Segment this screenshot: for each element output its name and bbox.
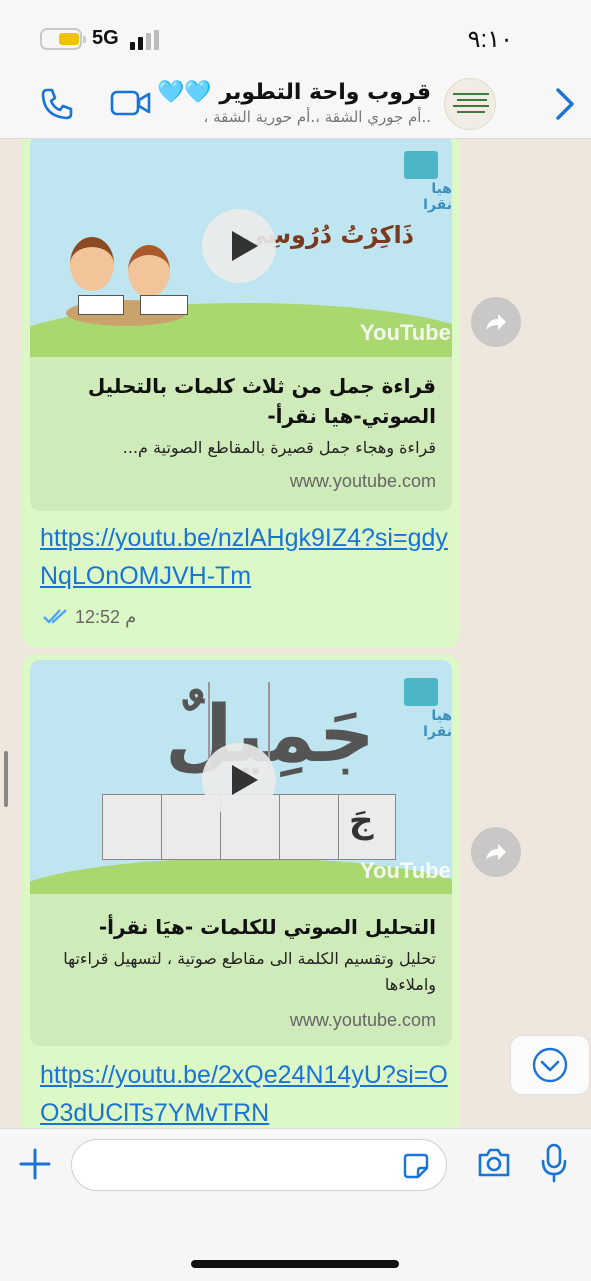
logo-text: هيا نقرا xyxy=(423,708,452,740)
forward-icon xyxy=(486,314,506,330)
child-illustration xyxy=(128,245,170,297)
video-thumbnail[interactable]: جَمِيلٌ جَ هيا نقرا YouTube xyxy=(30,660,452,894)
forward-icon xyxy=(486,844,506,860)
child-illustration xyxy=(70,237,114,291)
message-bubble[interactable]: جَمِيلٌ جَ هيا نقرا YouTube التحليل الصو… xyxy=(22,654,459,1128)
status-bar: 5G ٩:١٠ xyxy=(0,0,591,78)
message-link[interactable]: https://youtu.be/nzlAHgk9IZ4?si=gdyNqLOn… xyxy=(40,519,450,595)
preview-domain: www.youtube.com xyxy=(289,471,436,491)
message-input-bar xyxy=(0,1128,591,1281)
chat-header: قروب واحة التطوير 🩵🩵 ..أم جوري الشقة ،.أ… xyxy=(0,78,591,139)
logo-text: هيا نقرا xyxy=(423,181,452,213)
status-time: ٩:١٠ xyxy=(467,26,513,53)
link-preview[interactable]: جَمِيلٌ جَ هيا نقرا YouTube التحليل الصو… xyxy=(30,660,452,1046)
chevron-down-icon xyxy=(532,1047,568,1083)
group-title[interactable]: قروب واحة التطوير 🩵🩵 xyxy=(157,80,431,105)
syllable-letter: جَ xyxy=(349,801,374,841)
group-avatar[interactable] xyxy=(444,78,496,130)
message-time: 12:52 م xyxy=(75,607,137,627)
group-members[interactable]: ..أم جوري الشقة ،.أم حورية الشقة ، xyxy=(204,108,432,126)
message-link[interactable]: https://youtu.be/2xQe24N14yU?si=OO3dUClT… xyxy=(40,1056,450,1128)
home-indicator xyxy=(191,1260,399,1268)
preview-description: قراءة وهجاء جمل قصيرة بالمقاطع الصوتية م… xyxy=(122,438,436,457)
chevron-right-icon[interactable] xyxy=(552,86,578,122)
microphone-icon[interactable] xyxy=(540,1143,568,1183)
phone-call-icon[interactable] xyxy=(38,86,74,122)
link-preview[interactable]: هيا نقرا ذَاكِرْتُ دُرُوسِي YouTube قراء… xyxy=(30,139,452,511)
forward-button[interactable] xyxy=(471,297,521,347)
sticker-icon[interactable] xyxy=(402,1152,430,1180)
preview-domain: www.youtube.com xyxy=(289,1010,436,1030)
play-icon[interactable] xyxy=(202,209,276,283)
preview-title: قراءة جمل من ثلاث كلمات بالتحليل الصوتي-… xyxy=(87,374,436,428)
play-icon[interactable] xyxy=(202,743,276,817)
youtube-watermark: YouTube xyxy=(360,320,451,345)
scroll-to-bottom-button[interactable] xyxy=(510,1035,590,1095)
message-input[interactable] xyxy=(71,1139,447,1191)
video-thumbnail[interactable]: هيا نقرا ذَاكِرْتُ دُرُوسِي YouTube xyxy=(30,139,452,357)
battery-icon xyxy=(40,28,86,50)
camera-icon[interactable] xyxy=(476,1145,512,1181)
plus-icon[interactable] xyxy=(18,1147,52,1181)
read-receipt-icon xyxy=(43,609,67,624)
preview-title: التحليل الصوتي للكلمات -هيَا نقرأ- xyxy=(98,915,436,939)
scroll-indicator[interactable] xyxy=(4,751,8,807)
message-meta: 12:52 م xyxy=(42,607,136,628)
heya-naqra-logo-icon xyxy=(404,151,438,179)
preview-description: تحليل وتقسيم الكلمة الى مقاطع صوتية ، لت… xyxy=(63,949,436,994)
youtube-watermark: YouTube xyxy=(360,858,451,883)
message-bubble[interactable]: هيا نقرا ذَاكِرْتُ دُرُوسِي YouTube قراء… xyxy=(22,139,459,648)
heya-naqra-logo-icon xyxy=(404,678,438,706)
network-type: 5G xyxy=(92,27,119,49)
signal-icon xyxy=(130,30,162,50)
forward-button[interactable] xyxy=(471,827,521,877)
video-call-icon[interactable] xyxy=(110,88,152,118)
chat-area[interactable]: هيا نقرا ذَاكِرْتُ دُرُوسِي YouTube قراء… xyxy=(0,139,591,1128)
